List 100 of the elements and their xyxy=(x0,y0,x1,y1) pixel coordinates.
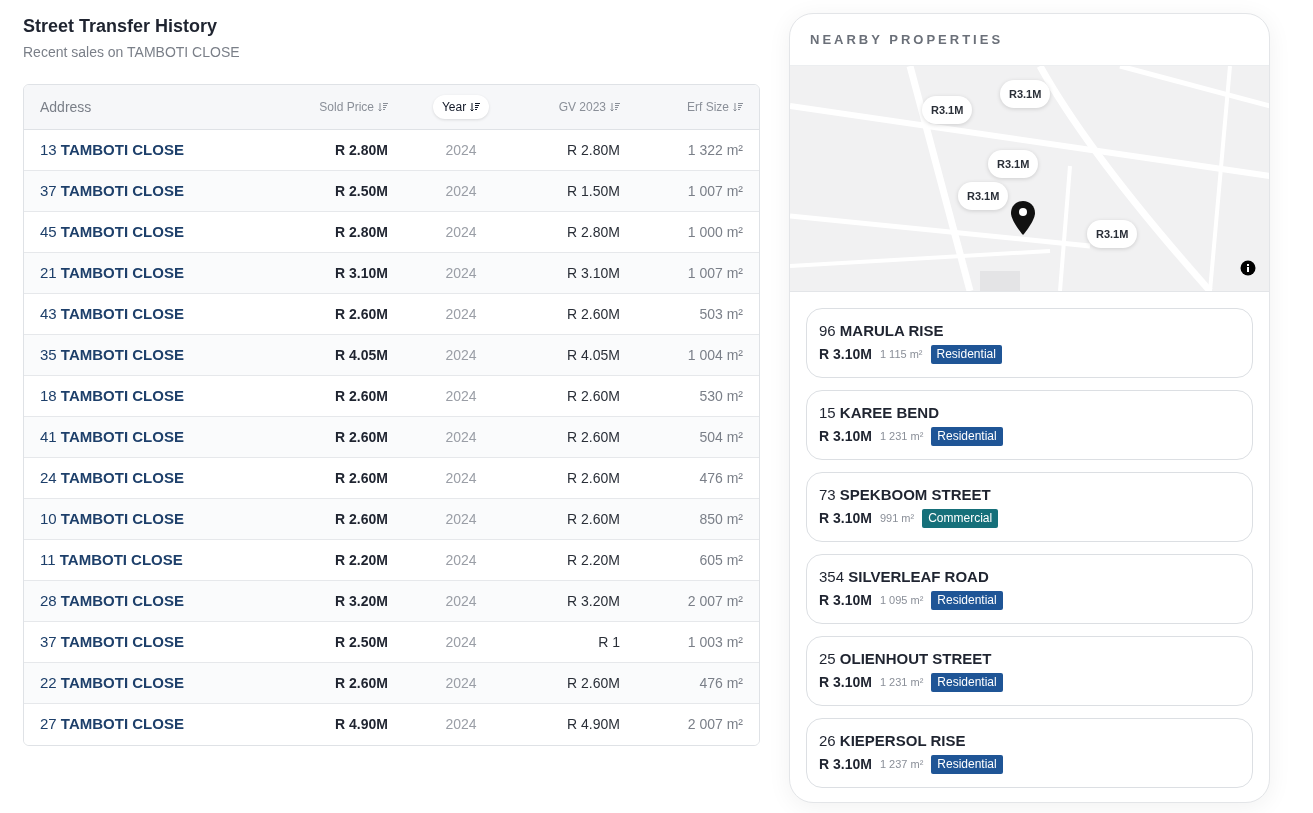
table-cell-text: R 2.80M xyxy=(567,140,620,160)
table-cell-text: R 3.10M xyxy=(567,263,620,283)
table-cell-text: 2024 xyxy=(445,715,477,734)
table-cell-text: R 2.20M xyxy=(567,550,620,570)
table-cell-text: R 2.60M xyxy=(567,427,620,447)
address-link[interactable]: 24 TAMBOTI CLOSE xyxy=(40,466,184,490)
property-card[interactable]: 26 KIEPERSOL RISE R 3.10M 1 237 m² Residential xyxy=(806,718,1253,788)
zoning-tag: Residential xyxy=(931,673,1003,692)
table-cell-text: 2024 xyxy=(445,263,477,283)
table-cell-text: 1 007 m² xyxy=(687,263,743,283)
address-link[interactable]: 37 TAMBOTI CLOSE xyxy=(40,630,184,654)
property-address: 96 MARULA RISE xyxy=(819,321,945,341)
table-cell-text: R 4.05M xyxy=(335,345,388,365)
table-cell-text: 1 000 m² xyxy=(687,222,743,242)
table-cell-text: R 2.50M xyxy=(335,181,388,201)
location-pin-icon xyxy=(1009,200,1037,236)
column-header: Address xyxy=(40,97,92,117)
table-cell-text: R 2.80M xyxy=(567,222,620,242)
map[interactable]: R3.1M R3.1M R3.1M R3.1M R3.1M xyxy=(790,66,1269,291)
price-marker[interactable]: R3.1M xyxy=(1087,220,1138,248)
table-cell-text: 2024 xyxy=(445,632,477,652)
property-price: R 3.10M xyxy=(819,427,872,446)
section-title: Street Transfer History xyxy=(23,15,219,38)
address-link[interactable]: 11 TAMBOTI CLOSE xyxy=(40,548,183,572)
zoning-tag: Residential xyxy=(931,427,1003,446)
address-link[interactable]: 21 TAMBOTI CLOSE xyxy=(40,261,184,285)
table-cell-text: 2024 xyxy=(445,140,477,160)
table-cell-text: R 4.90M xyxy=(335,715,388,734)
table-cell-text: R 2.60M xyxy=(335,468,388,488)
table-cell-text: 503 m² xyxy=(699,304,743,324)
table-cell-text: 2024 xyxy=(445,468,477,488)
property-price: R 3.10M xyxy=(819,509,872,528)
table-cell-text: 2024 xyxy=(445,304,477,324)
table-cell-text: 2024 xyxy=(445,345,477,365)
address-link[interactable]: 35 TAMBOTI CLOSE xyxy=(40,343,184,367)
table-cell-text: R 1 xyxy=(598,632,620,652)
table-cell-text: R 2.60M xyxy=(335,673,388,693)
property-size: 1 231 m² xyxy=(879,675,924,691)
table-cell-text: R 2.60M xyxy=(335,427,388,447)
property-address: 354 SILVERLEAF ROAD xyxy=(819,567,990,587)
property-card[interactable]: 96 MARULA RISE R 3.10M 1 115 m² Residential xyxy=(806,308,1253,378)
table-cell-text: R 2.60M xyxy=(335,509,388,529)
table-cell-text: R 4.05M xyxy=(567,345,620,365)
table-cell-text: 2024 xyxy=(445,386,477,406)
address-link[interactable]: 41 TAMBOTI CLOSE xyxy=(40,425,184,449)
property-address: 26 KIEPERSOL RISE xyxy=(819,731,967,751)
property-size: 991 m² xyxy=(879,511,915,527)
address-link[interactable]: 37 TAMBOTI CLOSE xyxy=(40,179,184,203)
price-marker[interactable]: R3.1M xyxy=(958,182,1009,210)
zoning-tag: Commercial xyxy=(922,509,999,528)
table-cell-text: R 2.60M xyxy=(567,509,620,529)
table-cell-text: 2 007 m² xyxy=(687,591,743,611)
address-link[interactable]: 13 TAMBOTI CLOSE xyxy=(40,138,184,162)
address-link[interactable]: 27 TAMBOTI CLOSE xyxy=(40,713,184,736)
table-cell-text: R 2.60M xyxy=(335,304,388,324)
property-price: R 3.10M xyxy=(819,755,872,774)
address-link[interactable]: 10 TAMBOTI CLOSE xyxy=(40,507,184,531)
table-cell-text: R 3.20M xyxy=(567,591,620,611)
table-cell-text: R 2.60M xyxy=(335,386,388,406)
address-link[interactable]: 22 TAMBOTI CLOSE xyxy=(40,671,184,695)
address-link[interactable]: 28 TAMBOTI CLOSE xyxy=(40,589,184,613)
table-cell-text: R 2.20M xyxy=(335,550,388,570)
property-size: 1 095 m² xyxy=(879,593,924,609)
table-cell-text: R 2.60M xyxy=(567,304,620,324)
property-price: R 3.10M xyxy=(819,673,872,692)
property-address: 25 OLIENHOUT STREET xyxy=(819,649,993,669)
zoning-tag: Residential xyxy=(930,345,1002,364)
section-subtitle: Recent sales on TAMBOTI CLOSE xyxy=(23,43,241,61)
property-card[interactable]: 73 SPEKBOOM STREET R 3.10M 991 m² Commercial xyxy=(806,472,1253,542)
table-cell-text: R 2.50M xyxy=(335,632,388,652)
table-cell-text: 2024 xyxy=(445,222,477,242)
price-marker[interactable]: R3.1M xyxy=(1000,80,1051,108)
price-marker[interactable]: R3.1M xyxy=(922,96,973,124)
table-cell-text: 476 m² xyxy=(699,673,743,693)
property-address: 15 KAREE BEND xyxy=(819,403,941,423)
zoning-tag: Residential xyxy=(931,755,1003,774)
table-cell-text: 2024 xyxy=(445,509,477,529)
table-cell-text: R 2.60M xyxy=(567,386,620,406)
price-marker[interactable]: R3.1M xyxy=(988,150,1039,178)
property-card[interactable]: 15 KAREE BEND R 3.10M 1 231 m² Residential xyxy=(806,390,1253,460)
property-card[interactable]: 25 OLIENHOUT STREET R 3.10M 1 231 m² Residential xyxy=(806,636,1253,706)
table-cell-text: R 3.10M xyxy=(335,263,388,283)
table-cell-text: 1 003 m² xyxy=(687,632,743,652)
property-address: 73 SPEKBOOM STREET xyxy=(819,485,992,505)
table-cell-text: 2024 xyxy=(445,550,477,570)
table-cell-text: 1 322 m² xyxy=(687,140,743,160)
property-size: 1 237 m² xyxy=(879,757,924,773)
column-sort-header[interactable]: Year xyxy=(432,95,490,119)
table-cell-text: 1 007 m² xyxy=(687,181,743,201)
property-price: R 3.10M xyxy=(819,345,872,364)
table-cell-text: 2024 xyxy=(445,427,477,447)
table-cell-text: 530 m² xyxy=(699,386,743,406)
address-link[interactable]: 43 TAMBOTI CLOSE xyxy=(40,302,184,326)
address-link[interactable]: 45 TAMBOTI CLOSE xyxy=(40,220,184,244)
property-card[interactable]: 354 SILVERLEAF ROAD R 3.10M 1 095 m² Residential xyxy=(806,554,1253,624)
table-cell-text: 2 007 m² xyxy=(687,715,743,734)
info-icon[interactable] xyxy=(1240,260,1256,276)
table-cell-text: R 3.20M xyxy=(335,591,388,611)
address-link[interactable]: 18 TAMBOTI CLOSE xyxy=(40,384,184,408)
property-price: R 3.10M xyxy=(819,591,872,610)
